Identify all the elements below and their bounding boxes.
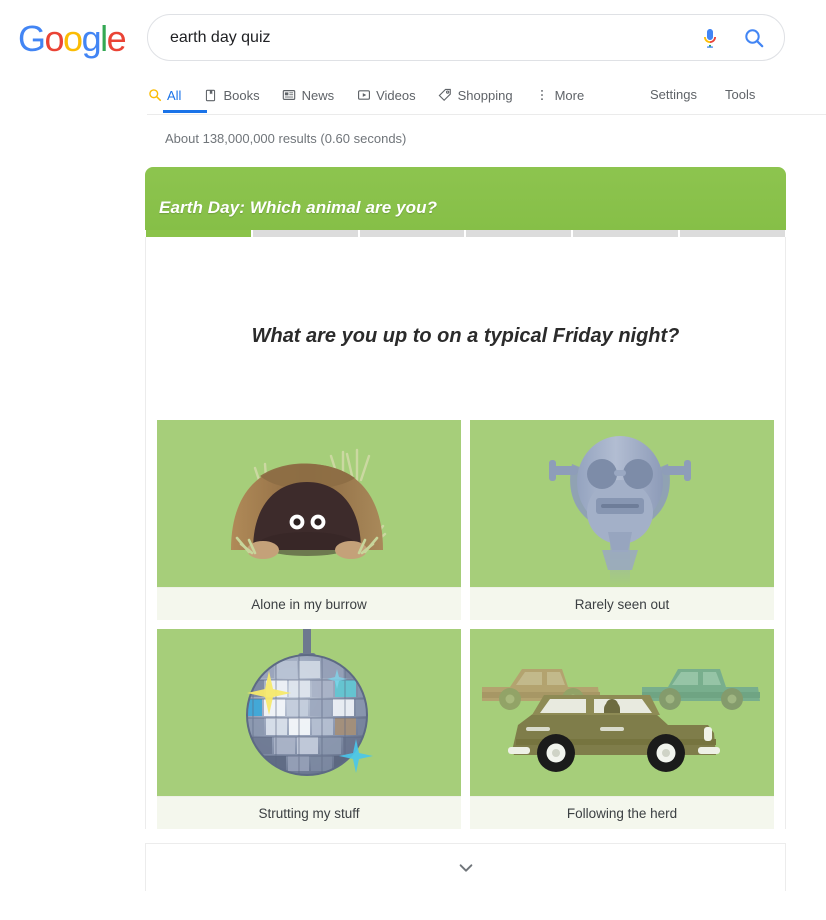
top-bar: Google earth day quiz All Books News Vid…	[0, 0, 826, 115]
answer-label: Following the herd	[470, 796, 774, 829]
search-submit-icon[interactable]	[742, 26, 766, 50]
tab-all[interactable]: All	[147, 80, 181, 110]
tools-button[interactable]: Tools	[725, 87, 755, 102]
logo-letter-1: G	[18, 18, 46, 59]
video-icon	[356, 88, 371, 103]
quiz-title: Earth Day: Which animal are you?	[159, 198, 438, 217]
tab-all-label: All	[167, 87, 182, 103]
tab-more-label: More	[554, 87, 585, 103]
result-stats: About 138,000,000 results (0.60 seconds)	[165, 131, 407, 146]
quiz-body: What are you up to on a typical Friday n…	[145, 237, 786, 829]
cars-herd-art	[470, 629, 774, 796]
settings-button[interactable]: Settings	[650, 87, 697, 102]
answer-option-rarely-seen-out[interactable]: Rarely seen out	[470, 420, 774, 620]
quiz-card: Earth Day: Which animal are you? What ar…	[145, 167, 786, 891]
quiz-answer-grid: Alone in my burrow Rarely seen out Strut…	[146, 420, 785, 829]
logo-letter-2: o	[44, 18, 65, 59]
logo-letter-6: e	[106, 18, 127, 59]
progress-segment	[573, 230, 679, 237]
quiz-question: What are you up to on a typical Friday n…	[251, 325, 680, 347]
tower-viewer-art	[470, 420, 774, 587]
tab-shopping-label: Shopping	[457, 87, 513, 103]
progress-segment	[359, 230, 465, 237]
quiz-progress-bar	[145, 230, 786, 237]
book-icon	[203, 88, 218, 103]
logo-letter-3: o	[63, 18, 83, 59]
progress-segment	[466, 230, 572, 237]
chevron-down-icon	[457, 859, 475, 877]
logo-letter-4: g	[81, 18, 102, 59]
tab-videos-label: Videos	[376, 87, 416, 103]
answer-option-alone-in-my-burrow[interactable]: Alone in my burrow	[157, 420, 461, 620]
answer-option-strutting-my-stuff[interactable]: Strutting my stuff	[157, 629, 461, 829]
disco-ball-art	[157, 629, 461, 796]
tab-books[interactable]: Books	[203, 80, 260, 110]
tab-shopping[interactable]: Shopping	[438, 80, 513, 110]
answer-label: Alone in my burrow	[157, 587, 461, 620]
tab-more[interactable]: More	[535, 80, 585, 110]
search-box[interactable]	[147, 14, 785, 61]
tab-news-label: News	[301, 87, 335, 103]
quiz-header: Earth Day: Which animal are you?	[145, 167, 786, 230]
tab-news[interactable]: News	[282, 80, 335, 110]
active-tab-underline	[163, 110, 207, 113]
nav-divider	[147, 114, 826, 115]
progress-segment	[252, 230, 358, 237]
tag-icon	[438, 88, 453, 103]
search-input[interactable]	[168, 15, 688, 60]
microphone-icon[interactable]	[698, 26, 722, 50]
google-logo[interactable]: Google	[18, 18, 127, 60]
search-icon	[147, 88, 162, 103]
progress-segment	[680, 230, 785, 237]
search-nav-tabs: All Books News Videos Shopping More	[147, 80, 606, 114]
search-nav-right: Settings Tools	[650, 80, 755, 102]
answer-label: Strutting my stuff	[157, 796, 461, 829]
quiz-expand-button[interactable]	[145, 843, 786, 891]
newspaper-icon	[282, 88, 297, 103]
progress-segment	[146, 230, 251, 237]
burrow-animal-art	[157, 420, 461, 587]
more-vertical-icon	[535, 88, 550, 103]
answer-label: Rarely seen out	[470, 587, 774, 620]
answer-option-following-the-herd[interactable]: Following the herd	[470, 629, 774, 829]
tab-videos[interactable]: Videos	[356, 80, 416, 110]
tab-books-label: Books	[223, 87, 260, 103]
